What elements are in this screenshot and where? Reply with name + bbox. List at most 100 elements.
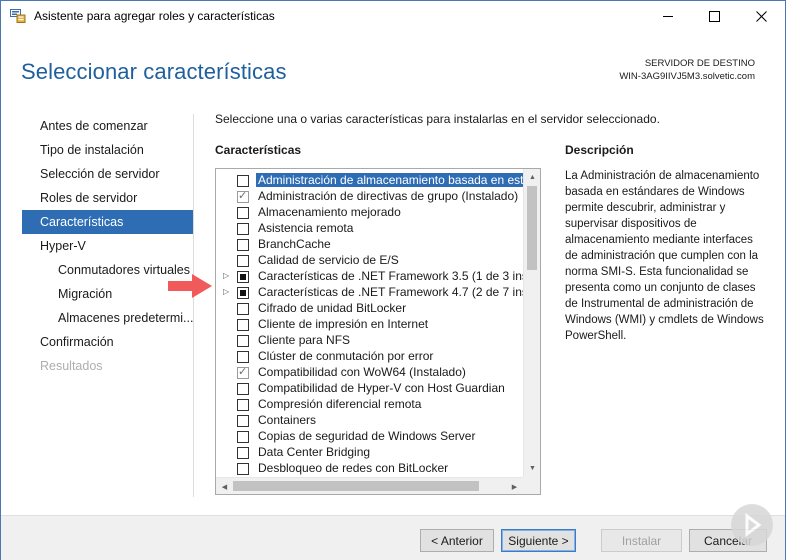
horizontal-scrollbar[interactable]: ◀ ▶	[216, 477, 523, 494]
feature-row[interactable]: Compatibilidad con WoW64 (Instalado)	[216, 364, 522, 380]
next-button[interactable]: Siguiente >	[501, 529, 576, 552]
feature-label: Data Center Bridging	[258, 445, 371, 459]
install-button[interactable]: Instalar	[601, 529, 682, 552]
feature-label: Copias de seguridad de Windows Server	[258, 429, 476, 443]
nav-item[interactable]: Hyper-V	[22, 234, 193, 258]
nav-item[interactable]: Tipo de instalación	[22, 138, 193, 162]
maximize-icon	[708, 11, 720, 22]
feature-row[interactable]: Asistencia remota	[216, 220, 522, 236]
minimize-icon	[662, 16, 673, 17]
feature-label: BranchCache	[258, 237, 331, 251]
close-icon	[755, 11, 767, 22]
feature-checkbox[interactable]	[237, 287, 249, 299]
feature-row[interactable]: Data Center Bridging	[216, 444, 522, 460]
vertical-scroll-thumb[interactable]	[527, 186, 537, 270]
feature-checkbox[interactable]	[237, 255, 249, 267]
feature-row[interactable]: Compatibilidad de Hyper-V con Host Guard…	[216, 380, 522, 396]
scroll-down-icon[interactable]: ▼	[524, 460, 540, 477]
nav-divider	[193, 114, 194, 497]
feature-row[interactable]: Almacenamiento mejorado	[216, 204, 522, 220]
maximize-button[interactable]	[691, 1, 737, 32]
features-rows: Administración de almacenamiento basada …	[216, 172, 540, 476]
feature-label: Características de .NET Framework 4.7 (2…	[258, 285, 541, 299]
expand-arrow-icon[interactable]: ▷	[223, 287, 232, 296]
feature-checkbox[interactable]	[237, 175, 249, 187]
feature-row[interactable]: Containers	[216, 412, 522, 428]
feature-checkbox[interactable]	[237, 431, 249, 443]
feature-row[interactable]: Desbloqueo de redes con BitLocker	[216, 460, 522, 476]
feature-checkbox[interactable]	[237, 447, 249, 459]
feature-row[interactable]: Clúster de conmutación por error	[216, 348, 522, 364]
red-arrow-icon	[168, 274, 212, 298]
description-heading: Descripción	[565, 143, 634, 157]
nav-item[interactable]: Roles de servidor	[22, 186, 193, 210]
feature-checkbox[interactable]	[237, 335, 249, 347]
feature-label: Compatibilidad con WoW64 (Instalado)	[258, 365, 466, 379]
feature-label: Administración de almacenamiento basada …	[256, 173, 540, 187]
features-list[interactable]: Administración de almacenamiento basada …	[215, 168, 541, 495]
feature-row[interactable]: Calidad de servicio de E/S	[216, 252, 522, 268]
intro-text: Seleccione una o varias características …	[215, 112, 660, 126]
nav-item[interactable]: Antes de comenzar	[22, 114, 193, 138]
destination-server-label: SERVIDOR DE DESTINO	[644, 58, 755, 69]
feature-row[interactable]: Administración de directivas de grupo (I…	[216, 188, 522, 204]
feature-checkbox[interactable]	[237, 463, 249, 475]
feature-checkbox[interactable]	[237, 239, 249, 251]
scroll-up-icon[interactable]: ▲	[524, 169, 540, 186]
scroll-right-icon[interactable]: ▶	[506, 478, 523, 494]
feature-row[interactable]: Cliente de impresión en Internet	[216, 316, 522, 332]
wizard-footer: < Anterior Siguiente > Instalar Cancelar	[1, 515, 785, 560]
feature-checkbox[interactable]	[237, 223, 249, 235]
feature-label: Cliente de impresión en Internet	[258, 317, 429, 331]
feature-row[interactable]: BranchCache	[216, 236, 522, 252]
expand-arrow-icon[interactable]: ▷	[223, 271, 232, 280]
horizontal-scroll-thumb[interactable]	[233, 481, 479, 491]
previous-button[interactable]: < Anterior	[420, 529, 494, 552]
feature-row[interactable]: Administración de almacenamiento basada …	[216, 172, 540, 188]
feature-row[interactable]: Cliente para NFS	[216, 332, 522, 348]
vertical-scrollbar[interactable]: ▲ ▼	[523, 169, 540, 477]
feature-checkbox[interactable]	[237, 207, 249, 219]
feature-row[interactable]: Cifrado de unidad BitLocker	[216, 300, 522, 316]
feature-checkbox[interactable]	[237, 383, 249, 395]
close-button[interactable]	[738, 1, 784, 32]
feature-row[interactable]: Copias de seguridad de Windows Server	[216, 428, 522, 444]
feature-checkbox[interactable]	[237, 399, 249, 411]
nav-item[interactable]: Almacenes predetermi...	[22, 306, 193, 330]
wizard-window: Asistente para agregar roles y caracterí…	[0, 0, 786, 560]
feature-row[interactable]: ▷ Características de .NET Framework 4.7 (…	[216, 284, 540, 300]
nav-item[interactable]: Selección de servidor	[22, 162, 193, 186]
nav-item: Resultados	[40, 359, 103, 373]
feature-checkbox[interactable]	[237, 303, 249, 315]
feature-label: Desbloqueo de redes con BitLocker	[258, 461, 449, 475]
watermark-logo-icon	[731, 504, 773, 546]
feature-row[interactable]: ▷ Características de .NET Framework 3.5 (…	[216, 268, 540, 284]
feature-label: Compatibilidad de Hyper-V con Host Guard…	[258, 381, 505, 395]
feature-checkbox[interactable]	[237, 271, 249, 283]
server-manager-icon	[10, 9, 26, 23]
feature-label: Administración de directivas de grupo (I…	[258, 189, 519, 203]
minimize-button[interactable]	[645, 1, 691, 32]
feature-label: Containers	[258, 413, 317, 427]
feature-label: Compresión diferencial remota	[258, 397, 422, 411]
feature-checkbox[interactable]	[237, 319, 249, 331]
destination-server-name: WIN-3AG9IIVJ5M3.solvetic.com	[619, 71, 755, 82]
features-heading: Características	[215, 143, 302, 157]
feature-checkbox[interactable]	[237, 189, 249, 203]
page-title: Seleccionar características	[21, 59, 287, 84]
feature-row[interactable]: Compresión diferencial remota	[216, 396, 522, 412]
scroll-corner	[523, 477, 540, 494]
title-bar[interactable]: Asistente para agregar roles y caracterí…	[1, 1, 785, 32]
feature-label: Calidad de servicio de E/S	[258, 253, 399, 267]
feature-label: Cliente para NFS	[258, 333, 351, 347]
window-title: Asistente para agregar roles y caracterí…	[34, 9, 275, 23]
feature-label: Asistencia remota	[258, 221, 354, 235]
feature-checkbox[interactable]	[237, 365, 249, 379]
nav-item[interactable]: Características	[22, 210, 193, 234]
feature-checkbox[interactable]	[237, 351, 249, 363]
feature-checkbox[interactable]	[237, 415, 249, 427]
scroll-left-icon[interactable]: ◀	[216, 478, 233, 494]
feature-label: Almacenamiento mejorado	[258, 205, 401, 219]
wizard-nav: Antes de comenzar Tipo de instalación Sele…	[22, 114, 193, 378]
nav-item[interactable]: Confirmación	[22, 330, 193, 354]
